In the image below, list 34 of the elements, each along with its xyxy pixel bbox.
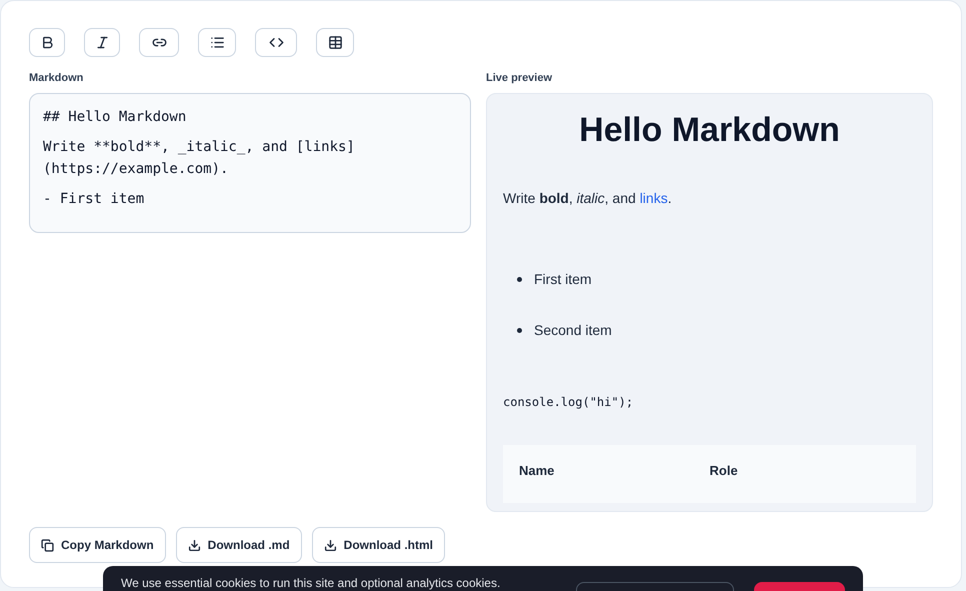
code-text: console.log("hi"); [503,394,634,411]
editor-label: Markdown [29,71,84,86]
list-icon [210,35,224,50]
list-button[interactable] [198,28,236,57]
code-line: ## Hello Markdown [43,108,186,127]
link-button[interactable] [139,28,179,57]
download-icon [324,538,337,552]
code-line: Write **bold**, _italic_, and [links] [43,138,355,157]
table-button[interactable] [316,28,354,57]
bullet-icon [517,328,522,333]
copy-icon [41,538,54,552]
cookie-text: We use essential cookies to run this site and optional analytics cookies. [121,576,502,591]
markdown-input[interactable]: ## Hello Markdown Write **bold**, _italic_, and [links] (https://example.com). - First item [29,93,471,233]
list-item: Second item [534,321,612,340]
download-icon [188,538,201,552]
bullet-icon [517,277,522,282]
preview-paragraph: Write bold, italic, and links. [503,189,672,208]
preview-link[interactable]: links [640,190,668,206]
list-item: First item [534,270,592,289]
action-button[interactable]: Copy Markdown [29,527,166,563]
italic-button[interactable] [84,28,120,57]
preview-label: Live preview [486,71,554,86]
code-button[interactable] [255,28,297,57]
preview-heading: Hello Markdown [579,110,840,150]
bold-button[interactable] [29,28,65,57]
table-header: Name [519,463,554,478]
table-icon [328,35,342,50]
code-line: - First item [43,190,144,209]
code-line: (https://example.com). [43,160,228,179]
italic-icon [94,35,110,50]
action-button[interactable]: Download .html [312,527,445,563]
table-header: Role [710,463,738,478]
action-button[interactable]: Download .md [176,527,302,563]
code-icon [268,35,284,50]
